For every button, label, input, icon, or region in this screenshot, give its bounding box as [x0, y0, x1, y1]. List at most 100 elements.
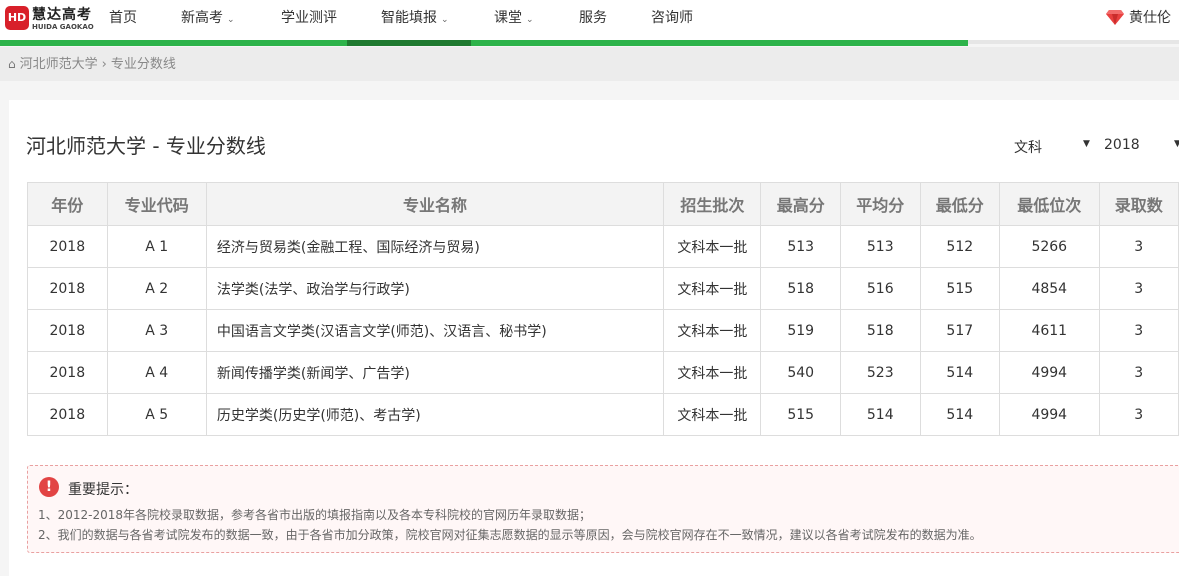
- home-icon[interactable]: ⌂: [8, 57, 16, 71]
- cell-major-code: A 2: [106, 267, 207, 310]
- cell-avg-score: 513: [840, 225, 921, 268]
- subject-select[interactable]: 文科 ▼: [1014, 137, 1094, 157]
- cell-min-score: 512: [919, 225, 1001, 268]
- caret-down-icon: ▼: [1083, 139, 1090, 149]
- nav-bar-rest: [968, 40, 1179, 44]
- chevron-down-icon: ⌄: [441, 15, 449, 25]
- nav-label: 课堂: [494, 10, 522, 26]
- cell-min-rank: 5266: [999, 225, 1100, 268]
- cell-admitted: 3: [1098, 225, 1179, 268]
- nav-label: 首页: [109, 10, 137, 26]
- score-table: 年份 专业代码 专业名称 招生批次 最高分 平均分 最低分 最低位次 录取数 2…: [27, 182, 1179, 436]
- nav-label: 新高考: [181, 10, 223, 26]
- cell-max-score: 515: [760, 393, 841, 436]
- nav-item-assessment[interactable]: 学业测评: [281, 0, 337, 38]
- cell-year: 2018: [27, 225, 108, 268]
- table-row: 2018 A 2 法学类(法学、政治学与行政学) 文科本一批 518 516 5…: [27, 267, 1179, 310]
- notice-title: 重要提示：: [68, 482, 138, 498]
- table-row: 2018 A 4 新闻传播学类(新闻学、广告学) 文科本一批 540 523 5…: [27, 351, 1179, 394]
- cell-avg-score: 514: [840, 393, 921, 436]
- page-title: 河北师范大学 - 专业分数线: [26, 134, 266, 158]
- nav-item-home[interactable]: 首页: [109, 0, 137, 38]
- cell-max-score: 518: [760, 267, 841, 310]
- gem-icon: [1106, 10, 1124, 25]
- breadcrumb-school[interactable]: 河北师范大学: [20, 57, 98, 72]
- nav-label: 智能填报: [381, 10, 437, 26]
- caret-down-icon: ▼: [1174, 139, 1179, 149]
- cell-max-score: 540: [760, 351, 841, 394]
- header-avg-score: 平均分: [840, 182, 921, 226]
- nav-item-services[interactable]: 服务: [579, 0, 607, 38]
- cell-min-rank: 4854: [999, 267, 1100, 310]
- year-select[interactable]: 2018 ▼: [1104, 137, 1179, 157]
- top-nav: HD 慧达高考 HUIDA GAOKAO 首页 新高考 ⌄ 学业测评 智能填报 ⌄ …: [0, 0, 1179, 40]
- header-year: 年份: [27, 182, 108, 226]
- cell-max-score: 519: [760, 309, 841, 352]
- cell-batch: 文科本一批: [663, 393, 762, 436]
- cell-admitted: 3: [1098, 267, 1179, 310]
- cell-major-code: A 3: [106, 309, 207, 352]
- cell-major-code: A 1: [106, 225, 207, 268]
- chevron-down-icon: ⌄: [227, 15, 235, 25]
- cell-batch: 文科本一批: [663, 309, 762, 352]
- cell-admitted: 3: [1098, 309, 1179, 352]
- user-name: 黄仕伦: [1129, 10, 1171, 26]
- header-admitted: 录取数: [1098, 182, 1179, 226]
- cell-min-rank: 4994: [999, 351, 1100, 394]
- table-row: 2018 A 1 经济与贸易类(金融工程、国际经济与贸易) 文科本一批 513 …: [27, 225, 1179, 268]
- cell-admitted: 3: [1098, 351, 1179, 394]
- cell-avg-score: 523: [840, 351, 921, 394]
- nav-label: 服务: [579, 10, 607, 26]
- cell-year: 2018: [27, 393, 108, 436]
- cell-year: 2018: [27, 267, 108, 310]
- header-min-score: 最低分: [919, 182, 1001, 226]
- cell-min-score: 517: [919, 309, 1001, 352]
- nav-item-consultant[interactable]: 咨询师: [651, 0, 693, 38]
- header-batch: 招生批次: [663, 182, 762, 226]
- cell-year: 2018: [27, 351, 108, 394]
- cell-major-name: 历史学类(历史学(师范)、考古学): [205, 393, 665, 436]
- nav-item-new-gaokao[interactable]: 新高考 ⌄: [181, 0, 235, 38]
- table-row: 2018 A 5 历史学类(历史学(师范)、考古学) 文科本一批 515 514…: [27, 393, 1179, 436]
- subject-select-value: 文科: [1014, 140, 1042, 156]
- cell-max-score: 513: [760, 225, 841, 268]
- cell-admitted: 3: [1098, 393, 1179, 436]
- notice-line: 1、2012-2018年各院校录取数据，参考各省市出版的填报指南以及各本专科院校…: [38, 508, 592, 522]
- chevron-down-icon: ⌄: [526, 15, 534, 25]
- logo-name: 慧达高考: [32, 7, 92, 23]
- cell-batch: 文科本一批: [663, 267, 762, 310]
- header-min-rank: 最低位次: [999, 182, 1100, 226]
- header-major-name: 专业名称: [205, 182, 665, 226]
- year-select-value: 2018: [1104, 137, 1140, 153]
- cell-year: 2018: [27, 309, 108, 352]
- cell-major-code: A 4: [106, 351, 207, 394]
- breadcrumb-separator: ›: [101, 57, 107, 72]
- table-row: 2018 A 3 中国语言文学类(汉语言文学(师范)、汉语言、秘书学) 文科本一…: [27, 309, 1179, 352]
- cell-min-score: 515: [919, 267, 1001, 310]
- cell-major-code: A 5: [106, 393, 207, 436]
- cell-min-rank: 4994: [999, 393, 1100, 436]
- cell-major-name: 新闻传播学类(新闻学、广告学): [205, 351, 665, 394]
- logo-subtitle: HUIDA GAOKAO: [32, 23, 94, 31]
- user-menu[interactable]: 黄仕伦: [1106, 0, 1171, 38]
- cell-major-name: 中国语言文学类(汉语言文学(师范)、汉语言、秘书学): [205, 309, 665, 352]
- alert-icon: !: [39, 477, 59, 497]
- notice-line: 2、我们的数据与各省考试院发布的数据一致，由于各省市加分政策，院校官网对征集志愿…: [38, 528, 982, 542]
- nav-label: 咨询师: [651, 10, 693, 26]
- table-header-row: 年份 专业代码 专业名称 招生批次 最高分 平均分 最低分 最低位次 录取数: [27, 182, 1179, 226]
- important-notice: ! 重要提示： 1、2012-2018年各院校录取数据，参考各省市出版的填报指南…: [27, 465, 1179, 553]
- cell-min-score: 514: [919, 393, 1001, 436]
- logo-badge: HD: [5, 6, 29, 30]
- breadcrumb-current: 专业分数线: [110, 57, 176, 72]
- header-max-score: 最高分: [760, 182, 841, 226]
- cell-avg-score: 516: [840, 267, 921, 310]
- cell-min-rank: 4611: [999, 309, 1100, 352]
- cell-batch: 文科本一批: [663, 225, 762, 268]
- cell-min-score: 514: [919, 351, 1001, 394]
- logo[interactable]: HD 慧达高考 HUIDA GAOKAO: [5, 4, 94, 34]
- cell-avg-score: 518: [840, 309, 921, 352]
- breadcrumb: ⌂ 河北师范大学 › 专业分数线: [0, 47, 1179, 81]
- nav-item-classroom[interactable]: 课堂 ⌄: [494, 0, 534, 38]
- cell-major-name: 经济与贸易类(金融工程、国际经济与贸易): [205, 225, 665, 268]
- nav-item-smart-fill[interactable]: 智能填报 ⌄: [381, 0, 449, 38]
